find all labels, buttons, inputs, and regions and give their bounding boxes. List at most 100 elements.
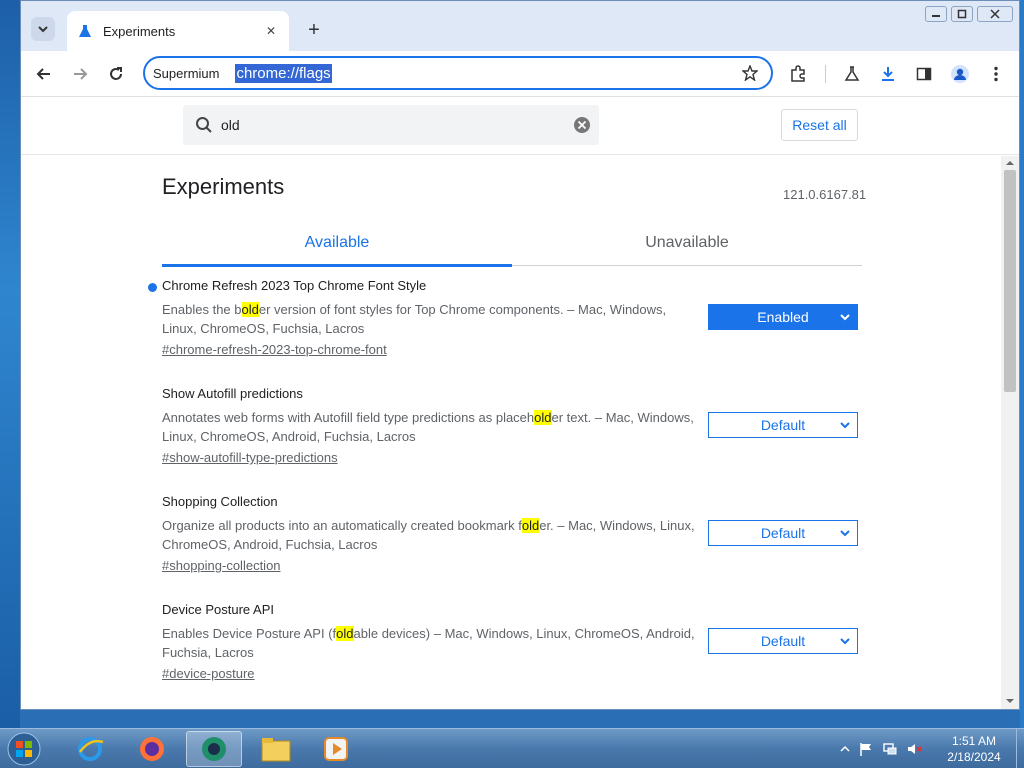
select-value: Default <box>760 417 806 433</box>
flags-content: Experiments 121.0.6167.81 Available Unav… <box>21 156 1001 709</box>
flag-title: Chrome Refresh 2023 Top Chrome Font Styl… <box>162 278 427 293</box>
desktop-background-right <box>1020 0 1024 728</box>
clear-search-icon[interactable] <box>573 116 591 134</box>
side-panel-icon[interactable] <box>913 63 935 85</box>
profile-avatar-icon[interactable] <box>949 63 971 85</box>
version-label: 121.0.6167.81 <box>783 187 867 202</box>
bookmark-star-icon[interactable] <box>741 64 759 82</box>
media-player-icon <box>324 737 348 761</box>
flag-item: Chrome Refresh 2023 Top Chrome Font Styl… <box>148 278 862 359</box>
close-tab-icon[interactable]: ✕ <box>263 23 279 39</box>
flags-search-header: Reset all <box>21 97 1019 155</box>
flags-search-input[interactable] <box>221 117 561 133</box>
new-tab-button[interactable]: + <box>303 19 325 41</box>
site-chip[interactable]: Supermium <box>151 66 227 81</box>
tab-strip: Experiments ✕ + <box>21 1 1019 51</box>
search-icon <box>193 114 215 136</box>
tab-available[interactable]: Available <box>162 234 512 252</box>
scroll-thumb[interactable] <box>1004 170 1016 392</box>
flags-tabs: Available Unavailable <box>162 226 862 267</box>
flag-title: Device Posture API <box>162 602 274 617</box>
flag-title: Shopping Collection <box>162 494 278 509</box>
action-center-flag-icon[interactable] <box>858 741 874 757</box>
flag-description: Organize all products into an automatica… <box>162 516 697 554</box>
browser-toolbar: Supermium chrome://flags <box>21 51 1019 97</box>
scroll-down-arrow-icon[interactable] <box>1005 696 1015 706</box>
tab-experiments[interactable]: Experiments ✕ <box>67 11 289 51</box>
desc-text: Enables Device Posture API (f <box>162 626 337 641</box>
flag-item: Shopping Collection Organize all product… <box>162 494 862 575</box>
minimize-button[interactable] <box>925 6 947 22</box>
search-highlight: old <box>534 410 552 425</box>
desc-text: Annotates web forms with Autofill field … <box>162 410 535 425</box>
minimize-icon <box>932 15 940 17</box>
reload-icon <box>110 67 122 80</box>
volume-muted-icon[interactable] <box>906 741 922 757</box>
search-highlight: old <box>241 302 259 317</box>
flask-icon <box>77 23 93 39</box>
chevron-down-icon <box>38 26 48 33</box>
maximize-icon <box>957 9 967 19</box>
flag-permalink[interactable]: #chrome-refresh-2023-top-chrome-font <box>162 342 387 357</box>
show-hidden-icons-icon[interactable] <box>840 744 850 754</box>
start-button[interactable] <box>4 731 44 767</box>
tab-search-button[interactable] <box>31 17 55 41</box>
modified-indicator <box>148 283 157 292</box>
flag-permalink[interactable]: #shopping-collection <box>162 558 281 573</box>
taskbar-clock[interactable]: 1:51 AM 2/18/2024 <box>936 733 1012 765</box>
chevron-down-icon <box>840 530 850 537</box>
active-tab-indicator <box>162 264 512 267</box>
page-title: Experiments <box>162 174 285 199</box>
chevron-down-icon <box>840 638 850 645</box>
tab-unavailable[interactable]: Unavailable <box>512 234 862 252</box>
scroll-up-arrow-icon[interactable] <box>1005 158 1015 168</box>
windows-orb-icon <box>7 732 41 766</box>
taskbar-firefox[interactable] <box>124 731 180 767</box>
reload-button[interactable] <box>103 61 129 87</box>
url-text[interactable]: chrome://flags <box>235 63 332 83</box>
flag-item: Show Autofill predictions Annotates web … <box>162 386 862 467</box>
select-value: Default <box>760 633 806 649</box>
download-icon[interactable] <box>877 63 899 85</box>
reset-all-button[interactable]: Reset all <box>781 109 858 141</box>
arrow-right-icon <box>74 68 88 80</box>
flag-select[interactable]: Default <box>708 628 858 654</box>
flag-select[interactable]: Enabled <box>708 304 858 330</box>
supermium-icon <box>202 737 226 761</box>
flag-permalink[interactable]: #show-autofill-type-predictions <box>162 450 338 465</box>
browser-window: Experiments ✕ + Supermium chrome://flags <box>20 0 1020 710</box>
desc-text: Organize all products into an automatica… <box>162 518 522 533</box>
firefox-icon <box>140 737 164 761</box>
chevron-down-icon <box>840 422 850 429</box>
flag-description: Enables the bolder version of font style… <box>162 300 697 338</box>
arrow-left-icon <box>36 68 50 80</box>
address-bar[interactable]: Supermium chrome://flags <box>143 56 773 90</box>
clock-time: 1:51 AM <box>951 734 997 748</box>
labs-flask-icon[interactable] <box>841 63 863 85</box>
flag-description: Enables Device Posture API (foldable dev… <box>162 624 697 662</box>
show-desktop-button[interactable] <box>1016 729 1024 768</box>
maximize-button[interactable] <box>951 6 973 22</box>
taskbar-media-player[interactable] <box>308 731 364 767</box>
taskbar: 1:51 AM 2/18/2024 <box>0 728 1024 768</box>
search-highlight: old <box>521 518 540 533</box>
menu-kebab-icon[interactable] <box>985 63 1007 85</box>
page-scrollbar[interactable] <box>1001 156 1019 709</box>
flag-select[interactable]: Default <box>708 412 858 438</box>
flag-select[interactable]: Default <box>708 520 858 546</box>
clock-date: 2/18/2024 <box>947 750 1001 764</box>
flag-item: Device Posture API Enables Device Postur… <box>162 602 862 683</box>
extensions-icon[interactable] <box>787 63 809 85</box>
forward-button[interactable] <box>67 61 93 87</box>
flag-permalink[interactable]: #device-posture <box>162 666 255 681</box>
chevron-down-icon <box>840 314 850 321</box>
network-icon[interactable] <box>882 741 898 757</box>
taskbar-explorer[interactable] <box>248 731 304 767</box>
toolbar-separator <box>825 65 826 83</box>
taskbar-supermium[interactable] <box>186 731 242 767</box>
back-button[interactable] <box>31 61 57 87</box>
taskbar-internet-explorer[interactable] <box>62 731 118 767</box>
close-window-button[interactable] <box>977 6 1013 22</box>
folder-icon <box>261 738 291 762</box>
search-highlight: old <box>336 626 354 641</box>
